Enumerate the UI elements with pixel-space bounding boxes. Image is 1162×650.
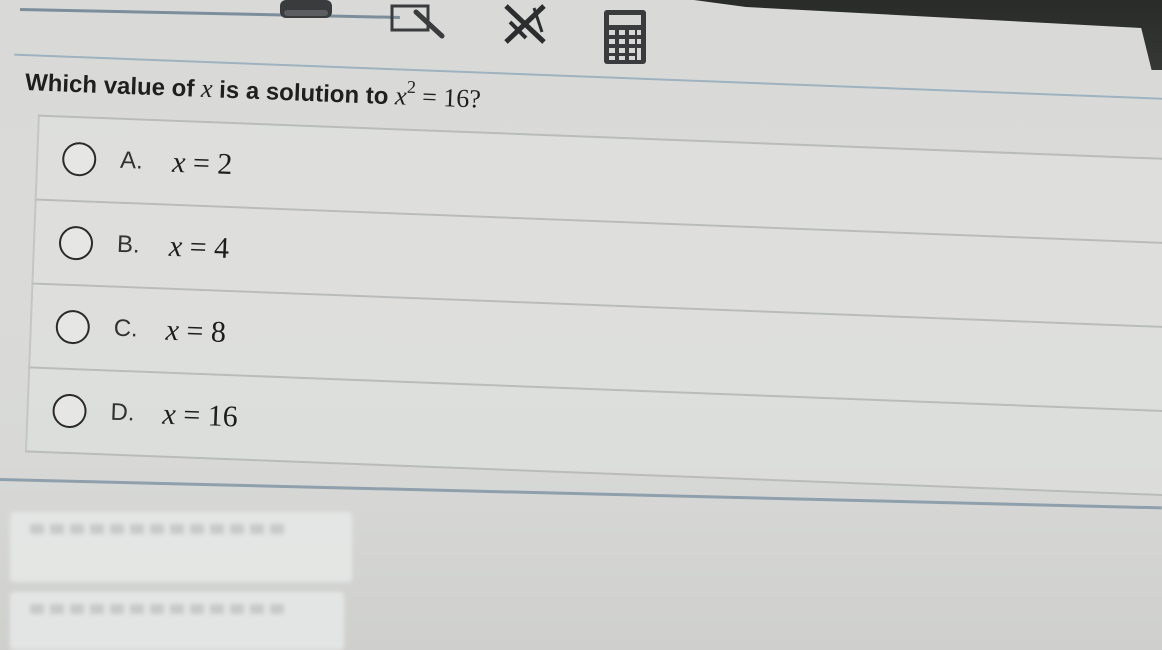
answer-eliminator-button[interactable] bbox=[500, 2, 550, 46]
choice-value: x = 16 bbox=[161, 397, 239, 434]
equation-variable: x bbox=[394, 81, 408, 111]
choice-letter: D. bbox=[110, 398, 136, 427]
line-reader-button[interactable] bbox=[388, 0, 448, 40]
highlighter-button[interactable] bbox=[278, 0, 336, 22]
radio-button[interactable] bbox=[55, 309, 91, 345]
choice-letter: A. bbox=[119, 146, 144, 175]
choice-value: x = 8 bbox=[165, 313, 227, 349]
toolbar-divider bbox=[19, 8, 400, 19]
screen: Which value of x is a solution to x2 = 1… bbox=[0, 0, 1162, 650]
line-reader-icon bbox=[390, 4, 445, 39]
choice-value: x = 2 bbox=[171, 145, 234, 182]
blurred-button-secondary[interactable] bbox=[10, 592, 344, 650]
choice-letter: B. bbox=[116, 230, 141, 259]
calculator-button[interactable] bbox=[600, 8, 650, 66]
equation-rest: = 16? bbox=[415, 82, 482, 114]
radio-button[interactable] bbox=[58, 225, 94, 261]
calculator-icon bbox=[604, 10, 646, 64]
eliminator-icon bbox=[504, 4, 546, 44]
answer-choices: A. x = 2 B. x = 4 C. x = 8 D. x = 16 bbox=[24, 114, 1162, 497]
question-middle: is a solution to bbox=[212, 76, 396, 111]
question-prefix: Which value of bbox=[24, 69, 202, 103]
radio-button[interactable] bbox=[61, 141, 97, 177]
highlighter-icon bbox=[280, 0, 332, 18]
blurred-button-primary[interactable] bbox=[10, 512, 352, 582]
choice-value: x = 4 bbox=[168, 229, 230, 266]
radio-button[interactable] bbox=[51, 393, 88, 429]
choice-letter: C. bbox=[113, 314, 139, 343]
